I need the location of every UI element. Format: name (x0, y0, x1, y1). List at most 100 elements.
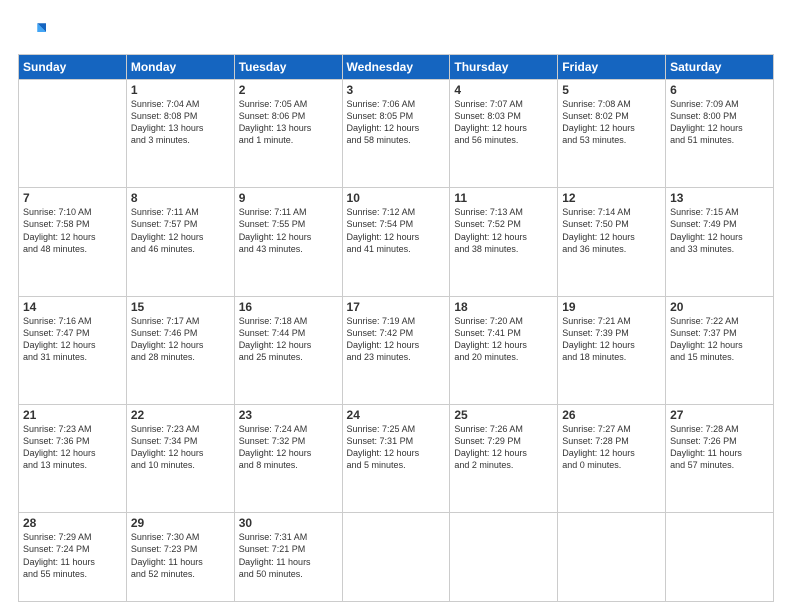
day-info: Sunrise: 7:31 AM Sunset: 7:21 PM Dayligh… (239, 531, 338, 580)
day-number: 19 (562, 300, 661, 314)
day-info: Sunrise: 7:24 AM Sunset: 7:32 PM Dayligh… (239, 423, 338, 472)
weekday-header-monday: Monday (126, 55, 234, 80)
day-number: 9 (239, 191, 338, 205)
day-cell (450, 513, 558, 602)
day-number: 30 (239, 516, 338, 530)
day-cell: 30Sunrise: 7:31 AM Sunset: 7:21 PM Dayli… (234, 513, 342, 602)
day-cell: 4Sunrise: 7:07 AM Sunset: 8:03 PM Daylig… (450, 80, 558, 188)
day-info: Sunrise: 7:09 AM Sunset: 8:00 PM Dayligh… (670, 98, 769, 147)
day-cell: 11Sunrise: 7:13 AM Sunset: 7:52 PM Dayli… (450, 188, 558, 296)
day-number: 2 (239, 83, 338, 97)
day-cell: 10Sunrise: 7:12 AM Sunset: 7:54 PM Dayli… (342, 188, 450, 296)
week-row-5: 28Sunrise: 7:29 AM Sunset: 7:24 PM Dayli… (19, 513, 774, 602)
day-info: Sunrise: 7:12 AM Sunset: 7:54 PM Dayligh… (347, 206, 446, 255)
day-cell (666, 513, 774, 602)
day-number: 26 (562, 408, 661, 422)
day-cell: 16Sunrise: 7:18 AM Sunset: 7:44 PM Dayli… (234, 296, 342, 404)
weekday-header-wednesday: Wednesday (342, 55, 450, 80)
day-info: Sunrise: 7:04 AM Sunset: 8:08 PM Dayligh… (131, 98, 230, 147)
day-cell: 26Sunrise: 7:27 AM Sunset: 7:28 PM Dayli… (558, 404, 666, 512)
day-info: Sunrise: 7:18 AM Sunset: 7:44 PM Dayligh… (239, 315, 338, 364)
day-cell (342, 513, 450, 602)
day-number: 16 (239, 300, 338, 314)
day-info: Sunrise: 7:10 AM Sunset: 7:58 PM Dayligh… (23, 206, 122, 255)
day-info: Sunrise: 7:05 AM Sunset: 8:06 PM Dayligh… (239, 98, 338, 147)
day-number: 23 (239, 408, 338, 422)
day-info: Sunrise: 7:23 AM Sunset: 7:36 PM Dayligh… (23, 423, 122, 472)
calendar-page: SundayMondayTuesdayWednesdayThursdayFrid… (0, 0, 792, 612)
day-info: Sunrise: 7:29 AM Sunset: 7:24 PM Dayligh… (23, 531, 122, 580)
day-cell: 27Sunrise: 7:28 AM Sunset: 7:26 PM Dayli… (666, 404, 774, 512)
logo (18, 18, 50, 46)
day-cell: 14Sunrise: 7:16 AM Sunset: 7:47 PM Dayli… (19, 296, 127, 404)
day-cell (558, 513, 666, 602)
day-number: 13 (670, 191, 769, 205)
day-number: 5 (562, 83, 661, 97)
day-info: Sunrise: 7:28 AM Sunset: 7:26 PM Dayligh… (670, 423, 769, 472)
day-number: 3 (347, 83, 446, 97)
day-cell: 1Sunrise: 7:04 AM Sunset: 8:08 PM Daylig… (126, 80, 234, 188)
day-number: 8 (131, 191, 230, 205)
day-info: Sunrise: 7:20 AM Sunset: 7:41 PM Dayligh… (454, 315, 553, 364)
day-cell: 23Sunrise: 7:24 AM Sunset: 7:32 PM Dayli… (234, 404, 342, 512)
day-cell: 24Sunrise: 7:25 AM Sunset: 7:31 PM Dayli… (342, 404, 450, 512)
day-number: 12 (562, 191, 661, 205)
day-info: Sunrise: 7:21 AM Sunset: 7:39 PM Dayligh… (562, 315, 661, 364)
day-info: Sunrise: 7:07 AM Sunset: 8:03 PM Dayligh… (454, 98, 553, 147)
day-info: Sunrise: 7:16 AM Sunset: 7:47 PM Dayligh… (23, 315, 122, 364)
day-info: Sunrise: 7:17 AM Sunset: 7:46 PM Dayligh… (131, 315, 230, 364)
day-number: 28 (23, 516, 122, 530)
day-cell: 5Sunrise: 7:08 AM Sunset: 8:02 PM Daylig… (558, 80, 666, 188)
day-number: 10 (347, 191, 446, 205)
week-row-4: 21Sunrise: 7:23 AM Sunset: 7:36 PM Dayli… (19, 404, 774, 512)
day-cell: 7Sunrise: 7:10 AM Sunset: 7:58 PM Daylig… (19, 188, 127, 296)
day-info: Sunrise: 7:30 AM Sunset: 7:23 PM Dayligh… (131, 531, 230, 580)
day-number: 14 (23, 300, 122, 314)
day-info: Sunrise: 7:11 AM Sunset: 7:55 PM Dayligh… (239, 206, 338, 255)
day-cell: 25Sunrise: 7:26 AM Sunset: 7:29 PM Dayli… (450, 404, 558, 512)
day-cell: 19Sunrise: 7:21 AM Sunset: 7:39 PM Dayli… (558, 296, 666, 404)
day-number: 20 (670, 300, 769, 314)
day-info: Sunrise: 7:25 AM Sunset: 7:31 PM Dayligh… (347, 423, 446, 472)
day-cell: 6Sunrise: 7:09 AM Sunset: 8:00 PM Daylig… (666, 80, 774, 188)
day-info: Sunrise: 7:15 AM Sunset: 7:49 PM Dayligh… (670, 206, 769, 255)
day-cell: 12Sunrise: 7:14 AM Sunset: 7:50 PM Dayli… (558, 188, 666, 296)
day-number: 27 (670, 408, 769, 422)
day-number: 21 (23, 408, 122, 422)
day-number: 29 (131, 516, 230, 530)
day-cell: 15Sunrise: 7:17 AM Sunset: 7:46 PM Dayli… (126, 296, 234, 404)
weekday-header-thursday: Thursday (450, 55, 558, 80)
day-number: 22 (131, 408, 230, 422)
day-cell: 29Sunrise: 7:30 AM Sunset: 7:23 PM Dayli… (126, 513, 234, 602)
day-number: 7 (23, 191, 122, 205)
day-cell: 9Sunrise: 7:11 AM Sunset: 7:55 PM Daylig… (234, 188, 342, 296)
day-cell: 17Sunrise: 7:19 AM Sunset: 7:42 PM Dayli… (342, 296, 450, 404)
day-cell: 13Sunrise: 7:15 AM Sunset: 7:49 PM Dayli… (666, 188, 774, 296)
day-cell: 3Sunrise: 7:06 AM Sunset: 8:05 PM Daylig… (342, 80, 450, 188)
day-info: Sunrise: 7:11 AM Sunset: 7:57 PM Dayligh… (131, 206, 230, 255)
day-info: Sunrise: 7:27 AM Sunset: 7:28 PM Dayligh… (562, 423, 661, 472)
weekday-header-friday: Friday (558, 55, 666, 80)
day-info: Sunrise: 7:14 AM Sunset: 7:50 PM Dayligh… (562, 206, 661, 255)
day-cell: 22Sunrise: 7:23 AM Sunset: 7:34 PM Dayli… (126, 404, 234, 512)
day-info: Sunrise: 7:19 AM Sunset: 7:42 PM Dayligh… (347, 315, 446, 364)
week-row-2: 7Sunrise: 7:10 AM Sunset: 7:58 PM Daylig… (19, 188, 774, 296)
day-number: 15 (131, 300, 230, 314)
weekday-header-sunday: Sunday (19, 55, 127, 80)
day-cell: 20Sunrise: 7:22 AM Sunset: 7:37 PM Dayli… (666, 296, 774, 404)
weekday-header-tuesday: Tuesday (234, 55, 342, 80)
day-cell: 8Sunrise: 7:11 AM Sunset: 7:57 PM Daylig… (126, 188, 234, 296)
header (18, 18, 774, 46)
logo-icon (18, 18, 46, 46)
weekday-header-row: SundayMondayTuesdayWednesdayThursdayFrid… (19, 55, 774, 80)
day-info: Sunrise: 7:13 AM Sunset: 7:52 PM Dayligh… (454, 206, 553, 255)
day-number: 1 (131, 83, 230, 97)
day-info: Sunrise: 7:08 AM Sunset: 8:02 PM Dayligh… (562, 98, 661, 147)
day-info: Sunrise: 7:22 AM Sunset: 7:37 PM Dayligh… (670, 315, 769, 364)
weekday-header-saturday: Saturday (666, 55, 774, 80)
day-number: 11 (454, 191, 553, 205)
day-info: Sunrise: 7:06 AM Sunset: 8:05 PM Dayligh… (347, 98, 446, 147)
day-number: 25 (454, 408, 553, 422)
week-row-3: 14Sunrise: 7:16 AM Sunset: 7:47 PM Dayli… (19, 296, 774, 404)
day-cell: 18Sunrise: 7:20 AM Sunset: 7:41 PM Dayli… (450, 296, 558, 404)
